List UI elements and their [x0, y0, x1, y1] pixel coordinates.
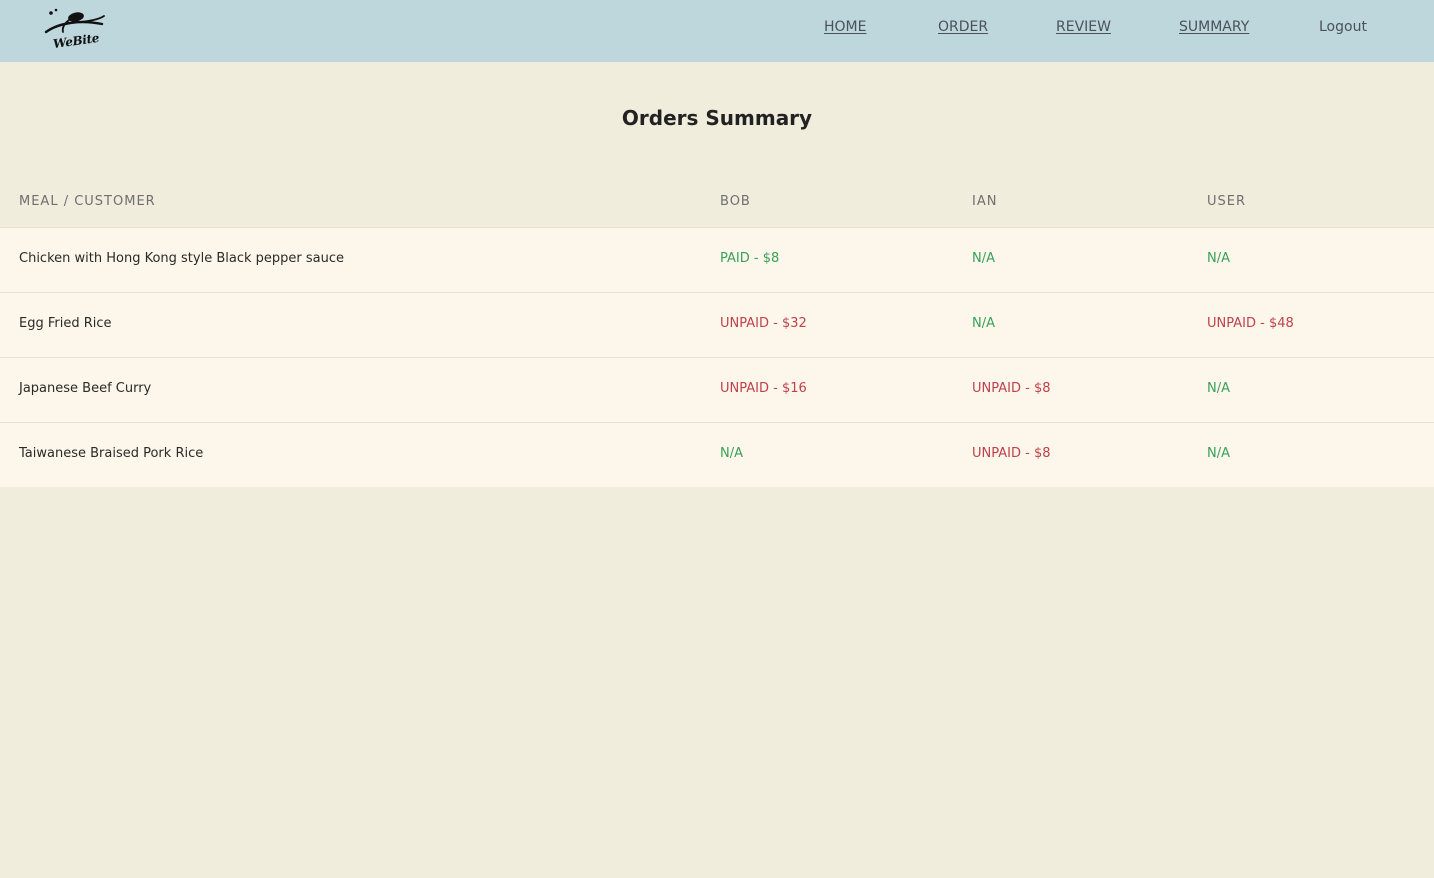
header-meal-customer: MEAL / CUSTOMER — [19, 194, 156, 209]
nav-review-link[interactable]: REVIEW — [1056, 19, 1111, 35]
meal-name: Chicken with Hong Kong style Black peppe… — [19, 251, 344, 266]
order-status-cell: N/A — [972, 316, 995, 331]
order-status-cell: UNPAID - $8 — [972, 446, 1051, 461]
order-status-cell: UNPAID - $48 — [1207, 316, 1294, 331]
header-user: USER — [1207, 194, 1247, 209]
meal-name: Taiwanese Braised Pork Rice — [19, 446, 204, 461]
nav-home-link[interactable]: HOME — [824, 19, 866, 35]
order-status-cell: UNPAID - $8 — [972, 381, 1051, 396]
webite-logo[interactable]: WeBite — [42, 6, 108, 56]
order-status-cell: N/A — [972, 251, 995, 266]
order-status-cell: UNPAID - $16 — [720, 381, 807, 396]
table-row: Chicken with Hong Kong style Black peppe… — [0, 227, 1434, 292]
table-row: Taiwanese Braised Pork Rice N/A UNPAID -… — [0, 422, 1434, 487]
order-status-cell: N/A — [1207, 381, 1230, 396]
table-row: Japanese Beef Curry UNPAID - $16 UNPAID … — [0, 357, 1434, 422]
nav-order-link[interactable]: ORDER — [938, 19, 988, 35]
nav-summary-link[interactable]: SUMMARY — [1179, 19, 1249, 35]
header-ian: IAN — [972, 194, 998, 209]
order-status-cell: N/A — [1207, 446, 1230, 461]
meal-name: Egg Fried Rice — [19, 316, 112, 331]
order-status-cell: N/A — [1207, 251, 1230, 266]
meal-name: Japanese Beef Curry — [19, 381, 152, 396]
order-status-cell: PAID - $8 — [720, 251, 780, 266]
order-status-cell: UNPAID - $32 — [720, 316, 807, 331]
logout-link[interactable]: Logout — [1319, 19, 1367, 35]
order-status-cell: N/A — [720, 446, 743, 461]
orders-summary-table: MEAL / CUSTOMER BOB IAN USER Chicken wit… — [0, 176, 1434, 487]
table-row: Egg Fried Rice UNPAID - $32 N/A UNPAID -… — [0, 292, 1434, 357]
top-navbar: WeBite HOME ORDER REVIEW SUMMARY Logout — [0, 0, 1434, 62]
page-title: Orders Summary — [621, 106, 813, 130]
header-bob: BOB — [720, 194, 751, 209]
table-header: MEAL / CUSTOMER BOB IAN USER — [0, 176, 1434, 227]
